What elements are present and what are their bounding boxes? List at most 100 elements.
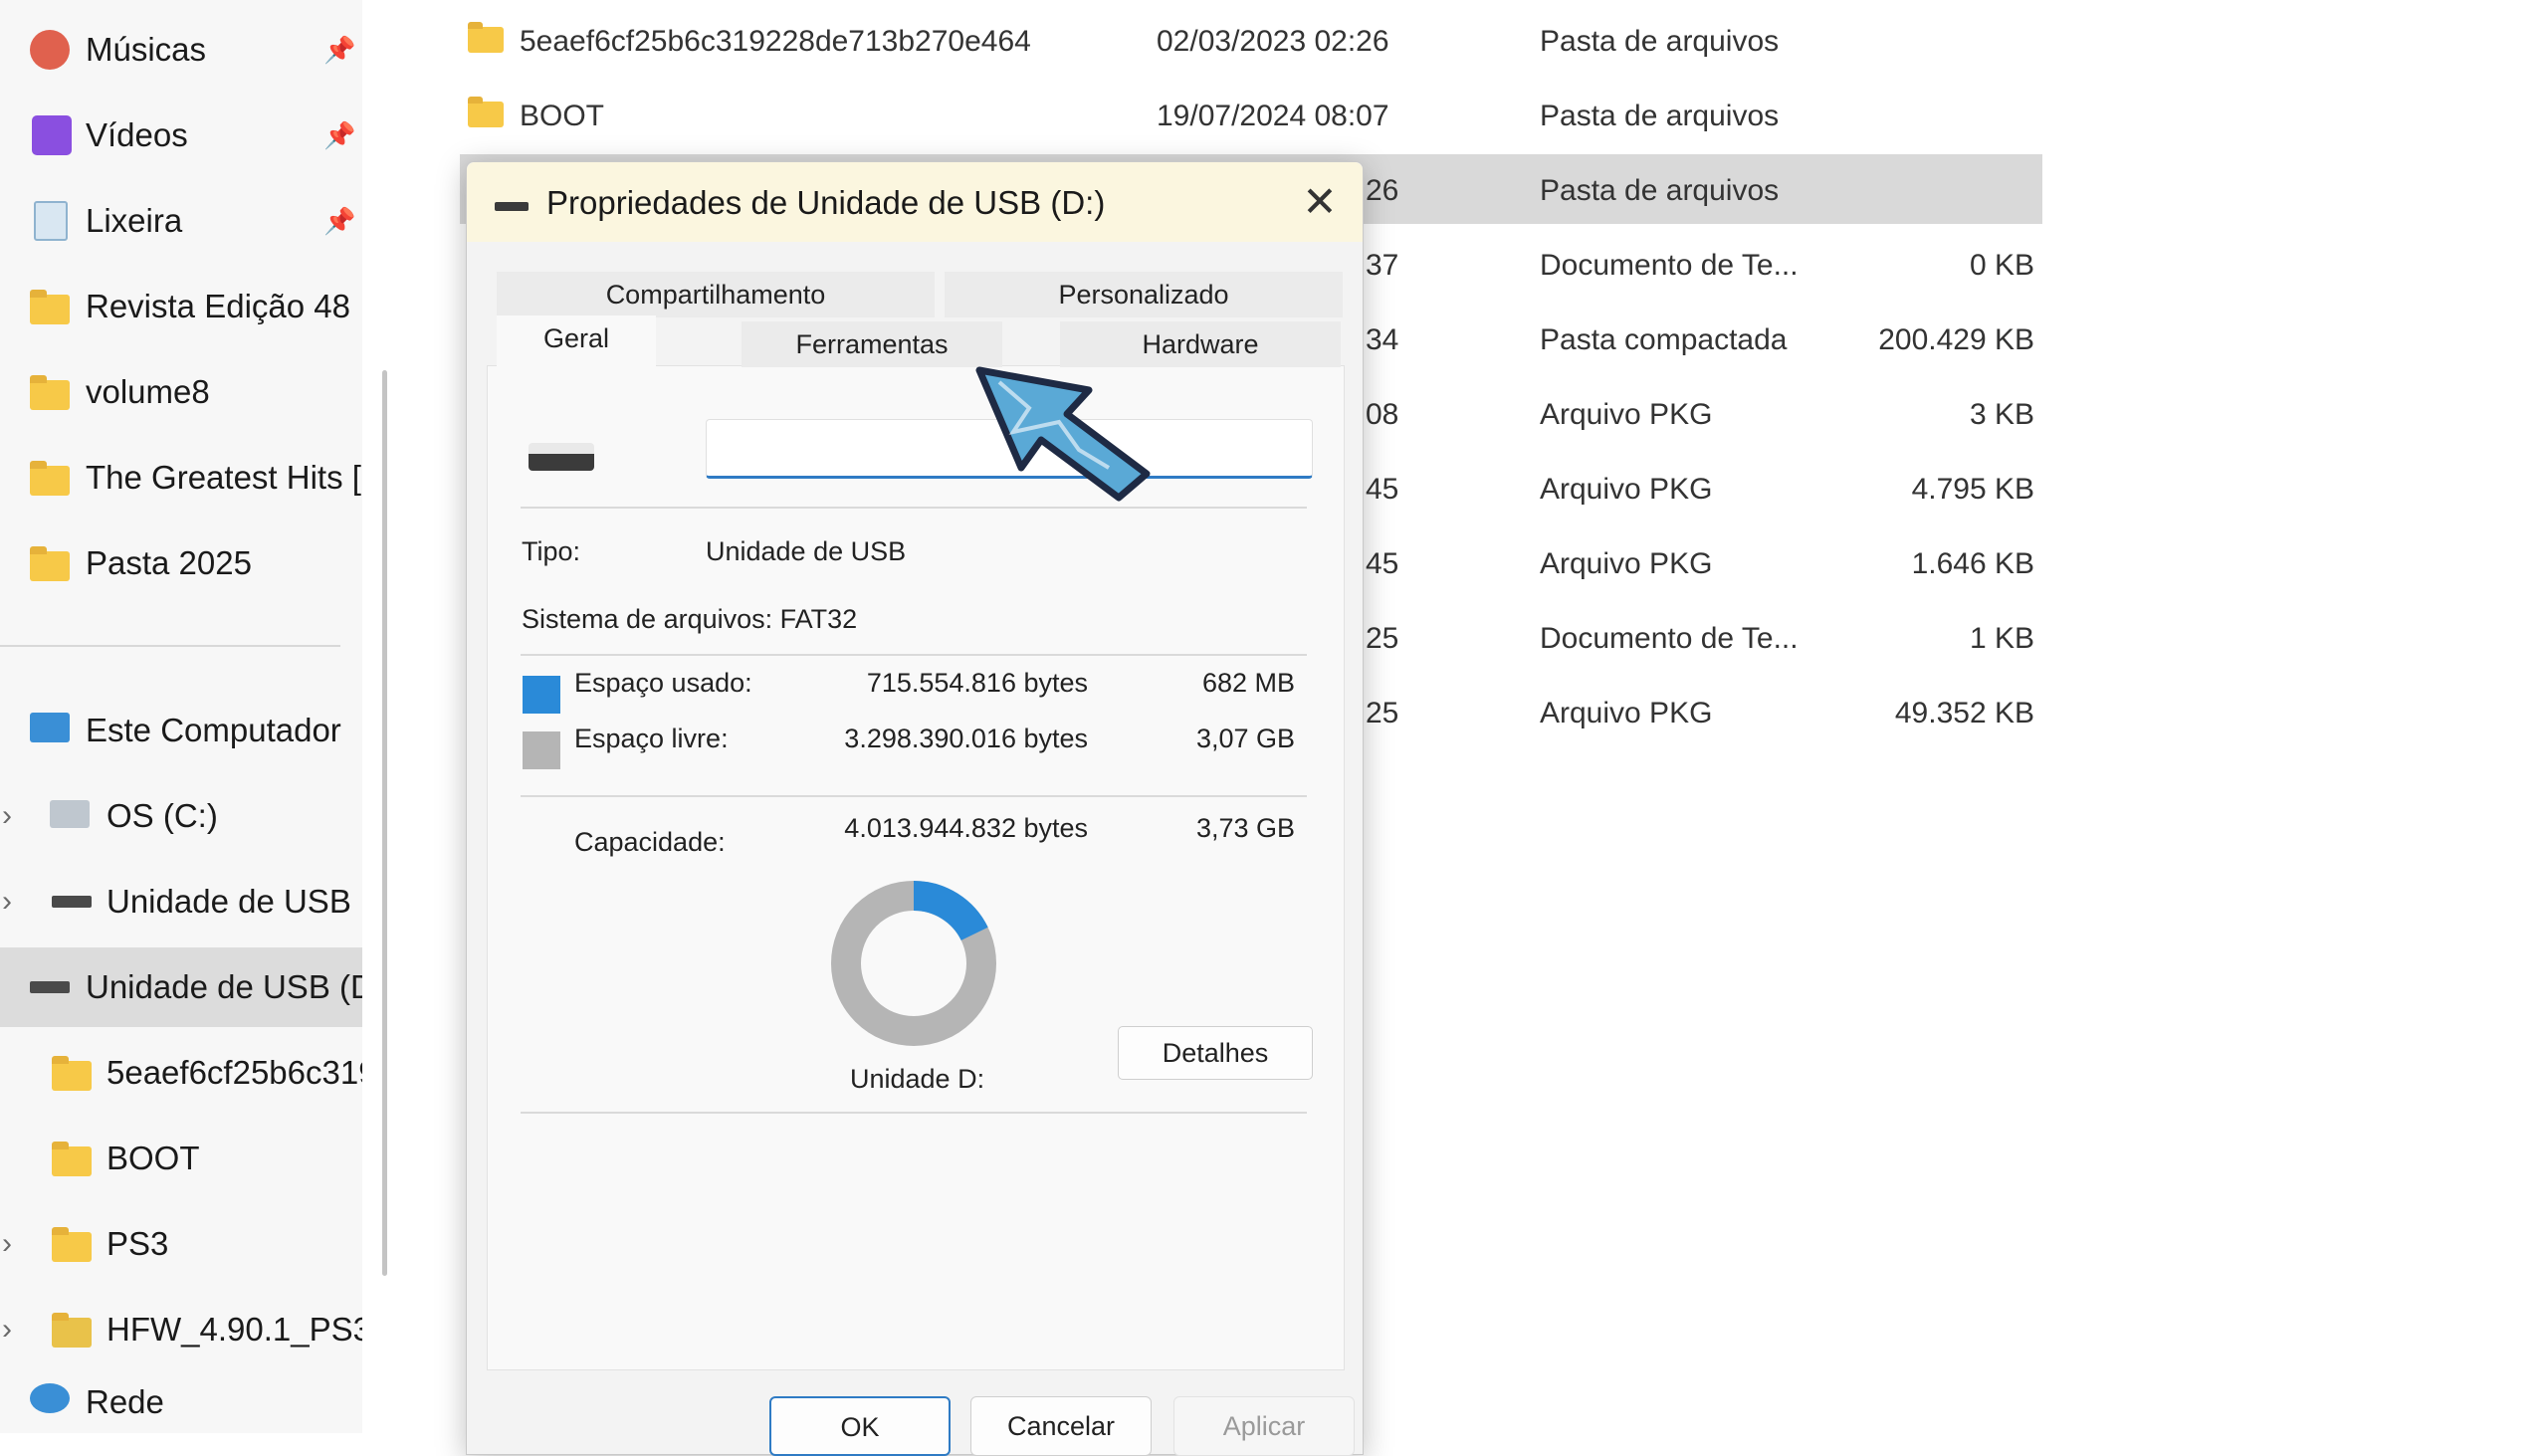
separator [521, 507, 1307, 509]
type-label: Tipo: [522, 536, 581, 566]
details-button[interactable]: Detalhes [1118, 1026, 1313, 1080]
tab-geral[interactable]: Geral [497, 315, 656, 367]
capacity-label: Capacidade: [574, 827, 726, 857]
sidebar-item-label: volume8 [86, 373, 210, 410]
file-date: 26 [1366, 174, 1399, 207]
free-space-swatch [523, 731, 560, 769]
zip-folder-icon [52, 1313, 92, 1348]
sidebar-item-volume8[interactable]: volume8 [0, 352, 362, 432]
file-size: 0 KB [1969, 249, 2034, 282]
usb-drive-icon [52, 896, 92, 908]
file-type: Arquivo PKG [1540, 398, 1713, 431]
apply-button[interactable]: Aplicar [1173, 1396, 1355, 1456]
chevron-right-icon[interactable]: › [2, 799, 12, 833]
file-row[interactable]: BOOT 19/07/2024 08:07 Pasta de arquivos [460, 80, 2042, 149]
free-space-size: 3,07 GB [1195, 724, 1295, 753]
sidebar-item-ps3[interactable]: › PS3 [0, 1204, 362, 1284]
sidebar-item-rede[interactable]: Rede [0, 1371, 362, 1433]
tab-compartilhamento[interactable]: Compartilhamento [497, 272, 935, 317]
sidebar-item-pasta-2025[interactable]: Pasta 2025 [0, 523, 362, 603]
usb-drive-icon [529, 443, 594, 471]
separator [521, 795, 1307, 797]
folder-icon [52, 1227, 92, 1262]
used-space-size: 682 MB [1201, 668, 1295, 698]
sidebar-item-5eaef[interactable]: 5eaef6cf25b6c3192 [0, 1033, 362, 1113]
file-date: 25 [1366, 697, 1399, 729]
sidebar-item-label: Unidade de USB (D [106, 883, 362, 920]
file-type: Pasta compactada [1540, 323, 1788, 356]
folder-icon [30, 290, 70, 324]
folder-icon [30, 546, 70, 581]
sidebar-item-label: Este Computador [86, 712, 341, 748]
sidebar-item-revista[interactable]: Revista Edição 48 [0, 267, 362, 346]
file-type: Arquivo PKG [1540, 697, 1713, 729]
file-date: 19/07/2024 08:07 [1157, 100, 1389, 132]
sidebar-item-label: Pasta 2025 [86, 544, 252, 581]
sidebar-item-boot[interactable]: BOOT [0, 1119, 362, 1198]
type-value: Unidade de USB [706, 536, 907, 566]
network-icon [30, 1383, 70, 1413]
sidebar-item-label: The Greatest Hits [U [86, 459, 362, 496]
close-button[interactable]: ✕ [1295, 178, 1345, 228]
sidebar-item-usb-d-1[interactable]: › Unidade de USB (D [0, 862, 362, 941]
sidebar-item-label: BOOT [106, 1140, 200, 1176]
file-type: Pasta de arquivos [1540, 174, 1780, 207]
sidebar-item-este-computador[interactable]: Este Computador [0, 691, 362, 770]
sidebar-item-usb-d-2[interactable]: Unidade de USB (D:) [0, 947, 362, 1027]
filesystem-label: Sistema de arquivos: FAT32 [522, 604, 858, 634]
file-date: 02/03/2023 02:26 [1157, 25, 1389, 58]
file-type: Pasta de arquivos [1540, 100, 1780, 132]
sidebar-item-label: Vídeos [86, 116, 188, 153]
folder-icon [52, 1142, 92, 1176]
chevron-right-icon[interactable]: › [2, 885, 12, 919]
usb-drive-icon [30, 981, 70, 993]
folder-icon [30, 375, 70, 410]
dialog-titlebar[interactable]: Propriedades de Unidade de USB (D:) ✕ [467, 162, 1363, 242]
file-date: 45 [1366, 547, 1399, 580]
close-icon: ✕ [1302, 178, 1338, 225]
music-icon [30, 30, 70, 70]
used-space-label: Espaço usado: [574, 668, 752, 698]
chevron-right-icon[interactable]: › [2, 1313, 12, 1347]
usb-drive-icon [495, 202, 529, 211]
file-date: 08 [1366, 398, 1399, 431]
sidebar-item-label: HFW_4.90.1_PS3UF [106, 1311, 362, 1348]
sidebar-scrollbar[interactable] [382, 370, 387, 1276]
folder-icon [468, 97, 504, 127]
ok-button[interactable]: OK [769, 1396, 951, 1456]
tab-hardware[interactable]: Hardware [1060, 321, 1341, 367]
sidebar-item-label: Músicas [86, 31, 207, 68]
sidebar-item-label: Rede [86, 1383, 164, 1420]
file-name: BOOT [520, 100, 605, 132]
file-date: 37 [1366, 249, 1399, 282]
file-size: 3 KB [1969, 398, 2034, 431]
sidebar-item-os-c[interactable]: › OS (C:) [0, 776, 362, 856]
file-type: Documento de Te... [1540, 622, 1799, 655]
tab-panel-geral [487, 365, 1345, 1370]
sidebar-item-label: Revista Edição 48 [86, 288, 350, 324]
sidebar-item-greatest-hits[interactable]: The Greatest Hits [U [0, 438, 362, 518]
sidebar-item-label: OS (C:) [106, 797, 218, 834]
chevron-right-icon[interactable]: › [2, 1227, 12, 1261]
file-size: 1.646 KB [1911, 547, 2034, 580]
free-space-bytes: 3.298.390.016 bytes [844, 724, 1088, 753]
capacity-bytes: 4.013.944.832 bytes [844, 813, 1088, 843]
sidebar-item-videos[interactable]: Vídeos 📌 [0, 96, 362, 175]
file-date: 25 [1366, 622, 1399, 655]
used-space-bytes: 715.554.816 bytes [866, 668, 1088, 698]
tab-ferramentas[interactable]: Ferramentas [742, 321, 1002, 367]
folder-icon [468, 22, 504, 53]
file-size: 1 KB [1969, 622, 2034, 655]
video-icon [32, 115, 72, 155]
file-row[interactable]: 5eaef6cf25b6c319228de713b270e464 02/03/2… [460, 5, 2042, 75]
cancel-button[interactable]: Cancelar [970, 1396, 1152, 1456]
sidebar-item-label: Unidade de USB (D:) [86, 968, 362, 1005]
tab-personalizado[interactable]: Personalizado [945, 272, 1343, 317]
sidebar-item-lixeira[interactable]: Lixeira 📌 [0, 181, 362, 261]
sidebar-item-musicas[interactable]: Músicas 📌 [0, 10, 362, 90]
disk-usage-donut [829, 879, 998, 1048]
file-type: Documento de Te... [1540, 249, 1799, 282]
separator [521, 1112, 1307, 1114]
computer-icon [30, 713, 70, 742]
sidebar-item-hfw[interactable]: › HFW_4.90.1_PS3UF [0, 1290, 362, 1369]
